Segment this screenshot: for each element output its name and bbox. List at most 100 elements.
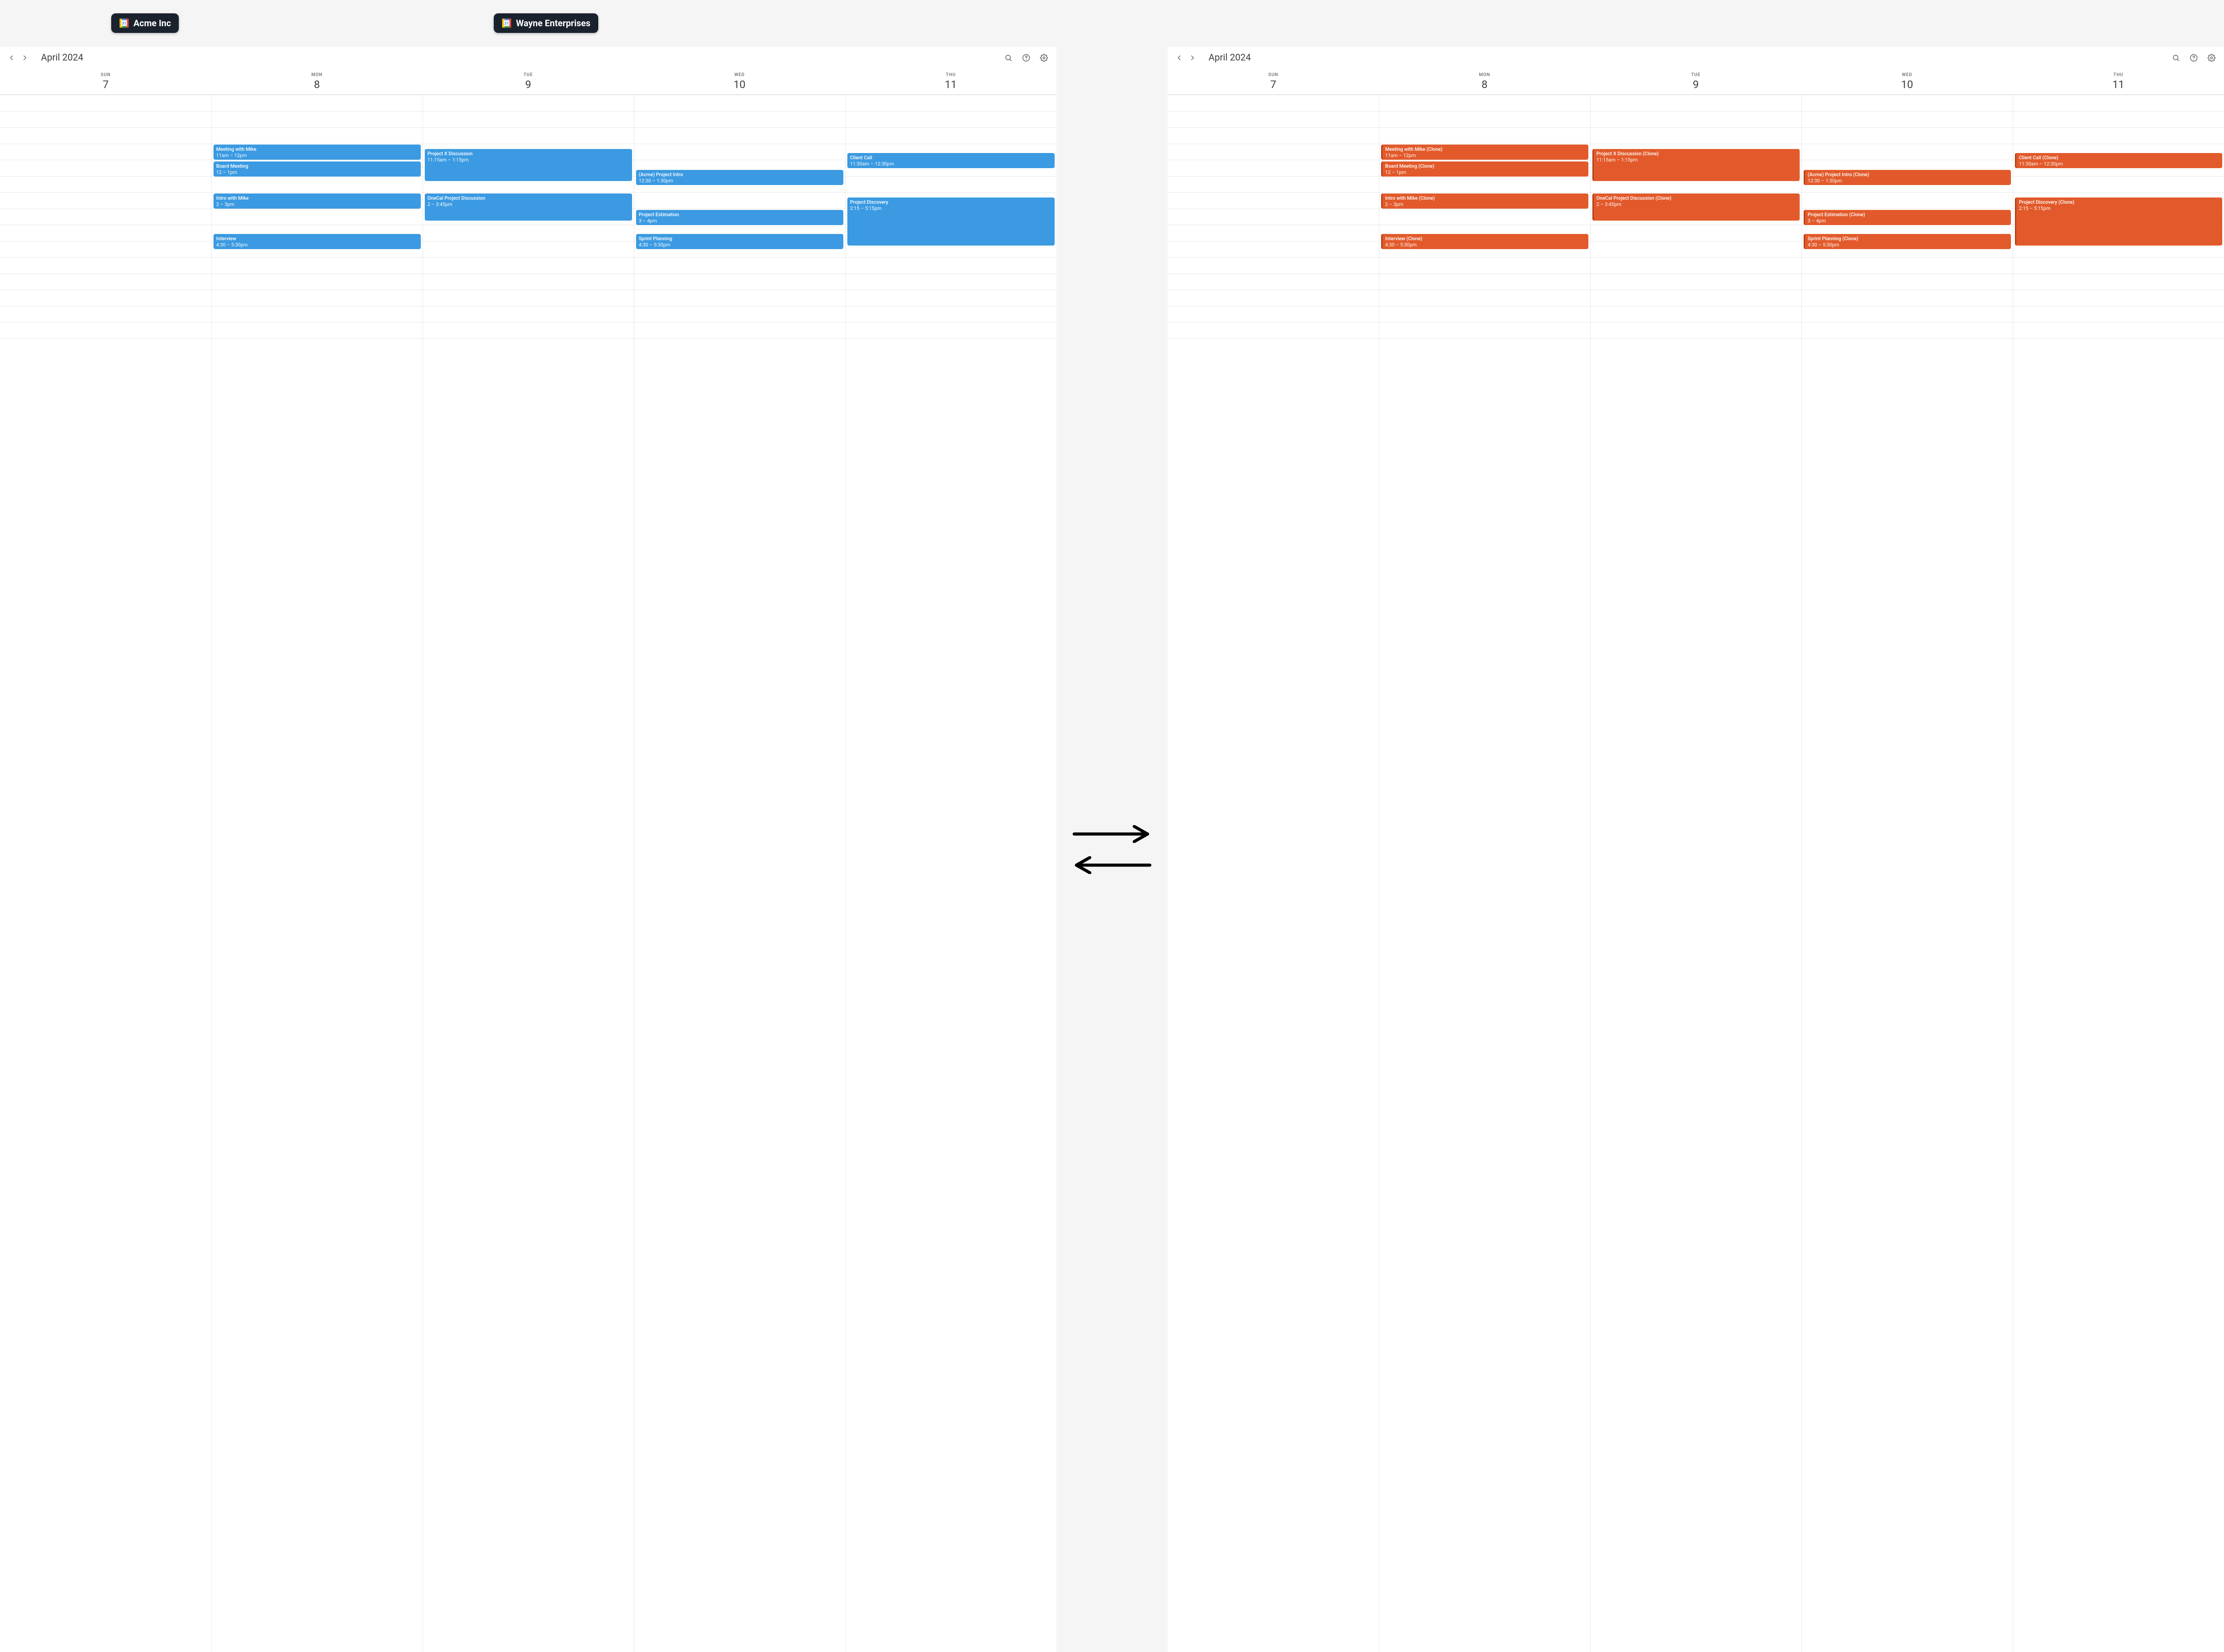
event-time: 11:15am – 1:15pm: [1596, 157, 1797, 163]
day-of-week-label: TUE: [423, 73, 634, 77]
event-time: 11:30am – 12:30pm: [2019, 161, 2220, 167]
day-header[interactable]: MON8: [1379, 73, 1590, 91]
google-calendar-icon: 31: [502, 18, 512, 28]
day-column[interactable]: Project X Discussion (Clone)11:15am – 1:…: [1590, 95, 1801, 1652]
calendar-event[interactable]: Intro with Mike2 – 3pm: [214, 193, 421, 209]
help-icon[interactable]: [2188, 52, 2200, 64]
event-title: Project X Discussion (Clone): [1596, 151, 1797, 157]
event-time: 2 – 3:45pm: [1596, 201, 1797, 208]
calendar-event[interactable]: Sprint Planning (Clone)4:30 – 5:30pm: [1804, 234, 2011, 249]
day-column[interactable]: Meeting with Mike (Clone)11am – 12pmBoar…: [1379, 95, 1590, 1652]
day-number: 9: [1590, 78, 1801, 91]
event-time: 4:30 – 5:30pm: [1385, 242, 1586, 248]
event-time: 12 – 1pm: [1385, 169, 1586, 176]
calendar-event[interactable]: Intro with Mike (Clone)2 – 3pm: [1381, 193, 1588, 209]
day-of-week-label: THU: [845, 73, 1056, 77]
event-title: Intro with Mike (Clone): [1385, 195, 1586, 201]
event-time: 2:15 – 5:15pm: [850, 205, 1052, 212]
event-time: 12:30 – 1:30pm: [639, 178, 841, 184]
calendar-event[interactable]: Meeting with Mike (Clone)11am – 12pm: [1381, 145, 1588, 160]
calendar-event[interactable]: Interview (Clone)4:30 – 5:30pm: [1381, 234, 1588, 249]
calendar-event[interactable]: Project Discovery (Clone)2:15 – 5:15pm: [2015, 197, 2222, 246]
event-title: Project Discovery (Clone): [2019, 199, 2220, 205]
day-column[interactable]: (Acme) Project Intro12:30 – 1:30pm Projec…: [634, 95, 845, 1652]
calendar-event[interactable]: Project Estimation (Clone)3 – 4pm: [1804, 210, 2011, 225]
event-time: 11am – 12pm: [216, 153, 418, 159]
calendar-event[interactable]: Board Meeting (Clone)12 – 1pm: [1381, 161, 1588, 177]
event-title: Project Estimation (Clone): [1808, 212, 2008, 218]
day-header[interactable]: TUE9: [423, 73, 634, 91]
calendar-event[interactable]: Project Discovery2:15 – 5:15pm: [847, 197, 1055, 246]
gear-icon[interactable]: [1038, 52, 1050, 64]
day-column[interactable]: [0, 95, 211, 1652]
day-of-week-label: WED: [1801, 73, 2013, 77]
help-icon[interactable]: [1020, 52, 1032, 64]
event-time: 3 – 4pm: [1808, 218, 2008, 224]
day-columns: Meeting with Mike11am – 12pmBoard Meetin…: [0, 95, 1056, 1652]
calendar-event[interactable]: OneCal Project Discussion2 – 3:45pm: [425, 193, 632, 221]
event-title: Board Meeting (Clone): [1385, 163, 1586, 169]
time-grid[interactable]: Meeting with Mike11am – 12pmBoard Meetin…: [0, 95, 1056, 1652]
calendar-event[interactable]: Project X Discussion (Clone)11:15am – 1:…: [1592, 149, 1800, 181]
account-badge-right: 31 Wayne Enterprises: [494, 13, 598, 33]
event-title: Interview (Clone): [1385, 236, 1586, 242]
event-title: Interview: [216, 236, 418, 242]
event-time: 2 – 3pm: [216, 201, 418, 208]
sync-arrows: [1056, 47, 1168, 1652]
calendar-event[interactable]: Meeting with Mike11am – 12pm: [214, 145, 421, 160]
day-of-week-label: MON: [211, 73, 423, 77]
svg-text:31: 31: [122, 22, 127, 26]
main-row: April 2024SUN7MON8TUE9WED10THU11Meeting …: [0, 47, 2224, 1652]
day-of-week-label: MON: [1379, 73, 1590, 77]
next-button[interactable]: [20, 52, 30, 63]
calendar-event[interactable]: Board Meeting12 – 1pm: [214, 161, 421, 177]
day-number: 10: [634, 78, 845, 91]
calendar-event[interactable]: Sprint Planning4:30 – 5:30pm: [636, 234, 843, 249]
search-icon[interactable]: [2170, 52, 2182, 64]
day-number: 8: [211, 78, 423, 91]
day-of-week-label: SUN: [0, 73, 211, 77]
calendar-event[interactable]: Interview4:30 – 5:30pm: [214, 234, 421, 249]
day-header[interactable]: TUE9: [1590, 73, 1801, 91]
time-grid[interactable]: Meeting with Mike (Clone)11am – 12pmBoar…: [1168, 95, 2224, 1652]
gear-icon[interactable]: [2205, 52, 2218, 64]
calendar-event[interactable]: Project X Discussion11:15am – 1:15pm: [425, 149, 632, 181]
day-number: 11: [845, 78, 1056, 91]
prev-button[interactable]: [1174, 52, 1185, 63]
day-header[interactable]: THU11: [845, 73, 1056, 91]
day-header[interactable]: WED10: [634, 73, 845, 91]
calendar-event[interactable]: (Acme) Project Intro (Clone)12:30 – 1:30…: [1804, 170, 2011, 185]
event-title: Project Discovery: [850, 199, 1052, 205]
day-column[interactable]: (Acme) Project Intro (Clone)12:30 – 1:30…: [1801, 95, 2013, 1652]
day-header[interactable]: SUN7: [0, 73, 211, 91]
prev-button[interactable]: [6, 52, 17, 63]
day-of-week-label: WED: [634, 73, 845, 77]
account-badge-left-label: Acme Inc: [133, 18, 171, 28]
calendar-event[interactable]: (Acme) Project Intro12:30 – 1:30pm: [636, 170, 843, 185]
day-column[interactable]: [1168, 95, 1379, 1652]
day-header[interactable]: SUN7: [1168, 73, 1379, 91]
calendar-toolbar: April 2024: [0, 47, 1056, 69]
next-button[interactable]: [1187, 52, 1198, 63]
calendar-title: April 2024: [41, 52, 83, 63]
day-column[interactable]: Client Call11:30am – 12:30pm Project Disc…: [845, 95, 1056, 1652]
calendar-event[interactable]: Client Call (Clone)11:30am – 12:30pm: [2015, 153, 2222, 168]
event-time: 4:30 – 5:30pm: [216, 242, 418, 248]
event-time: 12:30 – 1:30pm: [1808, 178, 2008, 184]
day-of-week-label: SUN: [1168, 73, 1379, 77]
calendar-left: April 2024 SUN7MON8TUE9WED10THU11 Meeting …: [0, 47, 1056, 1652]
calendar-event[interactable]: OneCal Project Discussion (Clone)2 – 3:4…: [1592, 193, 1800, 221]
day-of-week-label: THU: [2013, 73, 2224, 77]
calendar-event[interactable]: Client Call11:30am – 12:30pm: [847, 153, 1055, 168]
day-header[interactable]: THU11: [2013, 73, 2224, 91]
day-header[interactable]: MON8: [211, 73, 423, 91]
day-column[interactable]: Project X Discussion11:15am – 1:15pm OneC…: [423, 95, 634, 1652]
event-title: (Acme) Project Intro (Clone): [1808, 172, 2008, 178]
event-time: 12 – 1pm: [216, 169, 418, 176]
day-header[interactable]: WED10: [1801, 73, 2013, 91]
day-column[interactable]: Meeting with Mike11am – 12pmBoard Meetin…: [211, 95, 423, 1652]
day-column[interactable]: Client Call (Clone)11:30am – 12:30pm Proj…: [2013, 95, 2224, 1652]
search-icon[interactable]: [1002, 52, 1015, 64]
calendar-event[interactable]: Project Estimation3 – 4pm: [636, 210, 843, 225]
event-time: 11:30am – 12:30pm: [850, 161, 1052, 167]
